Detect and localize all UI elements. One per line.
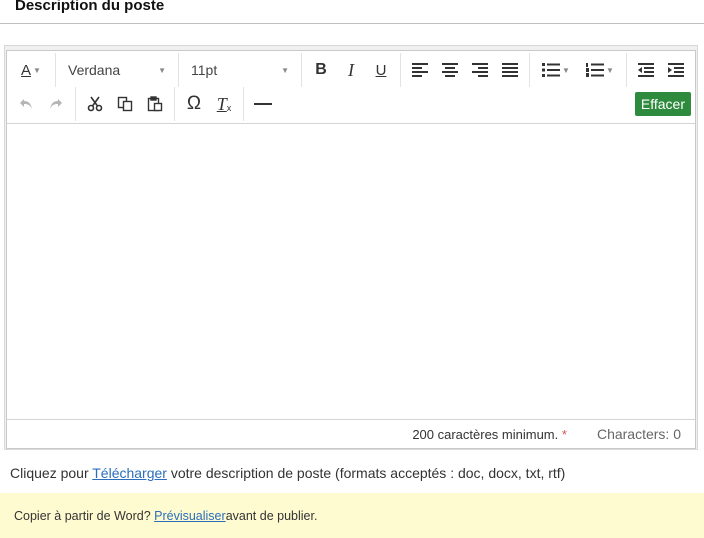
preview-link[interactable]: Prévisualiser [154, 509, 226, 523]
chevron-down-icon: ▼ [606, 65, 614, 75]
align-center-icon [442, 63, 458, 77]
special-char-button[interactable]: Ω [179, 91, 209, 117]
editor-frame: A ▼ Verdana ▼ 11pt ▼ B I U ▼ ▼ Ω T x Eff… [6, 50, 696, 449]
title-divider [0, 23, 704, 24]
undo-button[interactable] [11, 91, 41, 117]
section-title: Description du poste [15, 0, 165, 14]
min-characters-note: 200 caractères minimum. * [412, 426, 567, 442]
upload-instructions: Cliquez pour Télécharger votre descripti… [10, 465, 566, 481]
scissors-icon [87, 96, 103, 112]
indent-group [627, 53, 695, 87]
copy-button[interactable] [110, 91, 140, 117]
horizontal-rule-button[interactable] [248, 91, 278, 117]
text-color-icon: A [21, 61, 32, 79]
underline-icon: U [375, 61, 387, 79]
font-family-select[interactable]: Verdana ▼ [60, 57, 174, 83]
horizontal-rule-icon [254, 103, 272, 105]
numbered-list-button[interactable]: ▼ [578, 57, 622, 83]
rich-text-editor: A ▼ Verdana ▼ 11pt ▼ B I U ▼ ▼ Ω T x Eff… [4, 45, 698, 450]
list-group: ▼ ▼ [530, 53, 627, 87]
word-copy-notice: Copier à partir de Word? Prévisualiser a… [0, 493, 704, 538]
align-left-icon [412, 63, 428, 77]
align-group [401, 53, 530, 87]
font-family-value: Verdana [68, 62, 121, 78]
bold-button[interactable]: B [306, 57, 336, 83]
paste-button[interactable] [140, 91, 170, 117]
text-color-button[interactable]: A ▼ [11, 57, 51, 83]
outdent-icon [638, 63, 654, 77]
bold-icon: B [315, 61, 327, 78]
character-counter: Characters: 0 [596, 426, 681, 442]
align-right-button[interactable] [465, 57, 495, 83]
align-justify-button[interactable] [495, 57, 525, 83]
font-size-select[interactable]: 11pt ▼ [183, 57, 297, 83]
clipboard-group [76, 87, 175, 121]
align-center-button[interactable] [435, 57, 465, 83]
underline-button[interactable]: U [366, 57, 396, 83]
align-left-button[interactable] [405, 57, 435, 83]
indent-icon [668, 63, 684, 77]
text-color-group: A ▼ [7, 53, 56, 87]
bullet-list-icon [542, 63, 561, 77]
toolbar-row-2: Ω Tx Effacer [7, 87, 695, 121]
clear-format-icon: T [216, 93, 227, 114]
italic-icon: I [348, 59, 354, 80]
clear-button[interactable]: Effacer [634, 92, 691, 116]
copy-icon [117, 96, 133, 112]
outdent-button[interactable] [631, 57, 661, 83]
redo-icon [50, 99, 62, 109]
format-group: B I U [302, 53, 401, 87]
chevron-down-icon: ▼ [281, 65, 289, 75]
cut-button[interactable] [80, 91, 110, 117]
remove-format-button[interactable]: Tx [209, 91, 239, 117]
numbered-list-icon [586, 63, 605, 77]
font-size-value: 11pt [191, 62, 218, 78]
font-family-group: Verdana ▼ [56, 53, 179, 87]
insert-group: Ω Tx [175, 87, 244, 121]
required-mark: * [561, 426, 567, 442]
align-justify-icon [502, 63, 518, 77]
chevron-down-icon: ▼ [158, 65, 166, 75]
italic-button[interactable]: I [336, 57, 366, 83]
hr-group [244, 87, 282, 121]
omega-icon: Ω [186, 93, 202, 114]
history-group [7, 87, 76, 121]
toolbar-row-1: A ▼ Verdana ▼ 11pt ▼ B I U ▼ ▼ [7, 53, 695, 87]
chevron-down-icon: ▼ [33, 65, 41, 75]
redo-button[interactable] [41, 91, 71, 117]
editor-content-area[interactable] [7, 123, 695, 419]
font-size-group: 11pt ▼ [179, 53, 302, 87]
align-right-icon [472, 63, 488, 77]
indent-button[interactable] [661, 57, 691, 83]
upload-link[interactable]: Télécharger [92, 465, 167, 481]
undo-icon [20, 99, 32, 109]
paste-icon [147, 96, 163, 112]
chevron-down-icon: ▼ [562, 65, 570, 75]
editor-statusbar: 200 caractères minimum. * Characters: 0 [7, 419, 695, 448]
bullet-list-button[interactable]: ▼ [534, 57, 578, 83]
